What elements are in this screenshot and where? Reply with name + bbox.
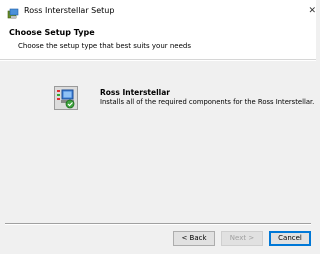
setup-option-complete[interactable]: Ross Interstellar Installs all of the re… (54, 86, 314, 118)
back-button[interactable]: < Back (173, 231, 215, 246)
option-description: Installs all of the required components … (100, 98, 315, 106)
installer-package-icon[interactable] (54, 86, 78, 110)
next-button[interactable]: Next > (221, 231, 263, 246)
window-title: Ross Interstellar Setup (24, 6, 115, 15)
close-icon[interactable]: ✕ (304, 3, 316, 19)
banner-divider (0, 60, 316, 61)
footer-divider (5, 223, 311, 225)
page-subtitle: Choose the setup type that best suits yo… (18, 42, 192, 50)
page-title: Choose Setup Type (9, 28, 95, 37)
setup-app-icon (7, 5, 19, 19)
option-title[interactable]: Ross Interstellar (100, 88, 170, 97)
cancel-button[interactable]: Cancel (269, 231, 311, 246)
header-banner: Choose Setup Type Choose the setup type … (0, 22, 316, 60)
title-bar: Ross Interstellar Setup ✕ (0, 0, 316, 22)
